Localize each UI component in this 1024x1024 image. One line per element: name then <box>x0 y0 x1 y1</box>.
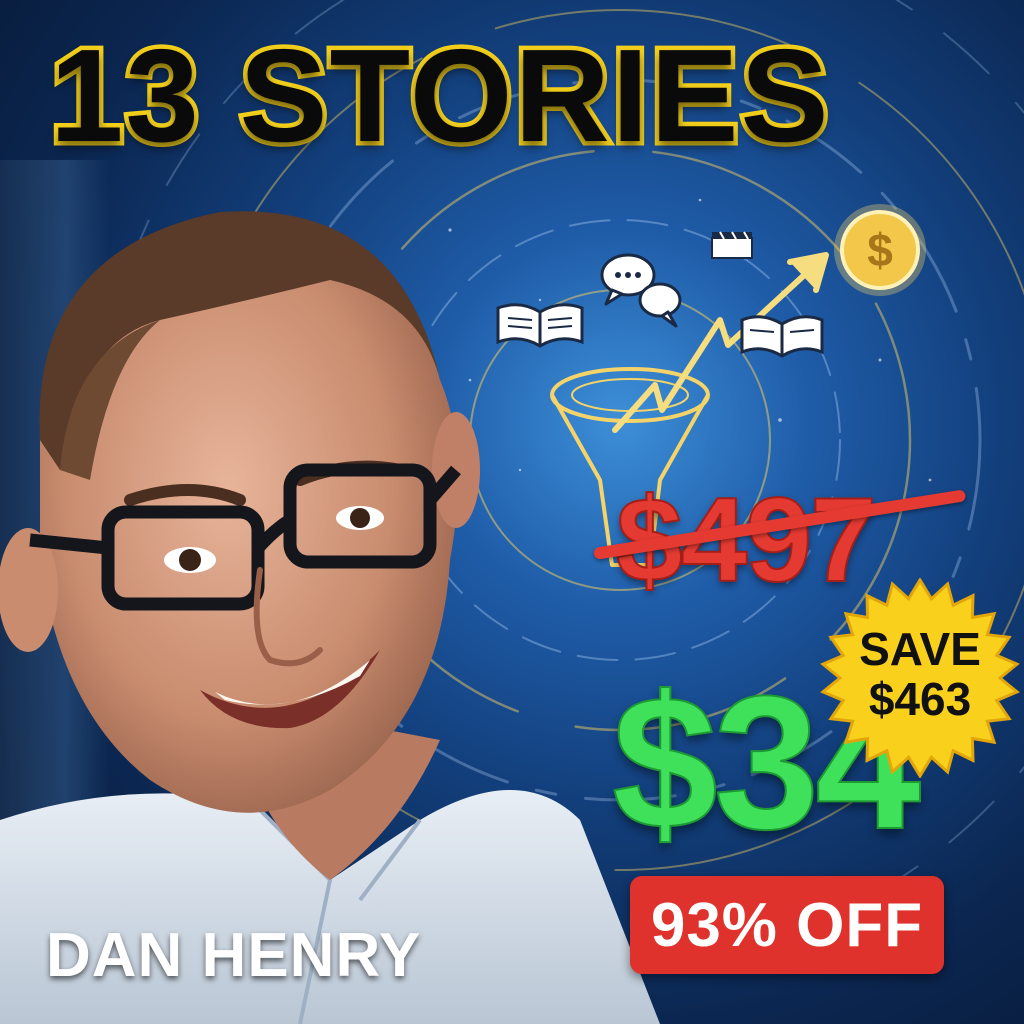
promo-banner: $ 13 STORIES $497 $34 SAVE $463 93% OFF … <box>0 0 1024 1024</box>
headline-title: 13 STORIES <box>46 22 834 169</box>
discount-badge: 93% OFF <box>630 876 944 974</box>
author-name: DAN HENRY <box>46 921 422 990</box>
savings-badge-text: SAVE $463 <box>820 624 1020 724</box>
discount-label: 93% OFF <box>650 890 924 960</box>
savings-amount: $463 <box>868 673 972 725</box>
savings-label: SAVE <box>859 623 981 675</box>
